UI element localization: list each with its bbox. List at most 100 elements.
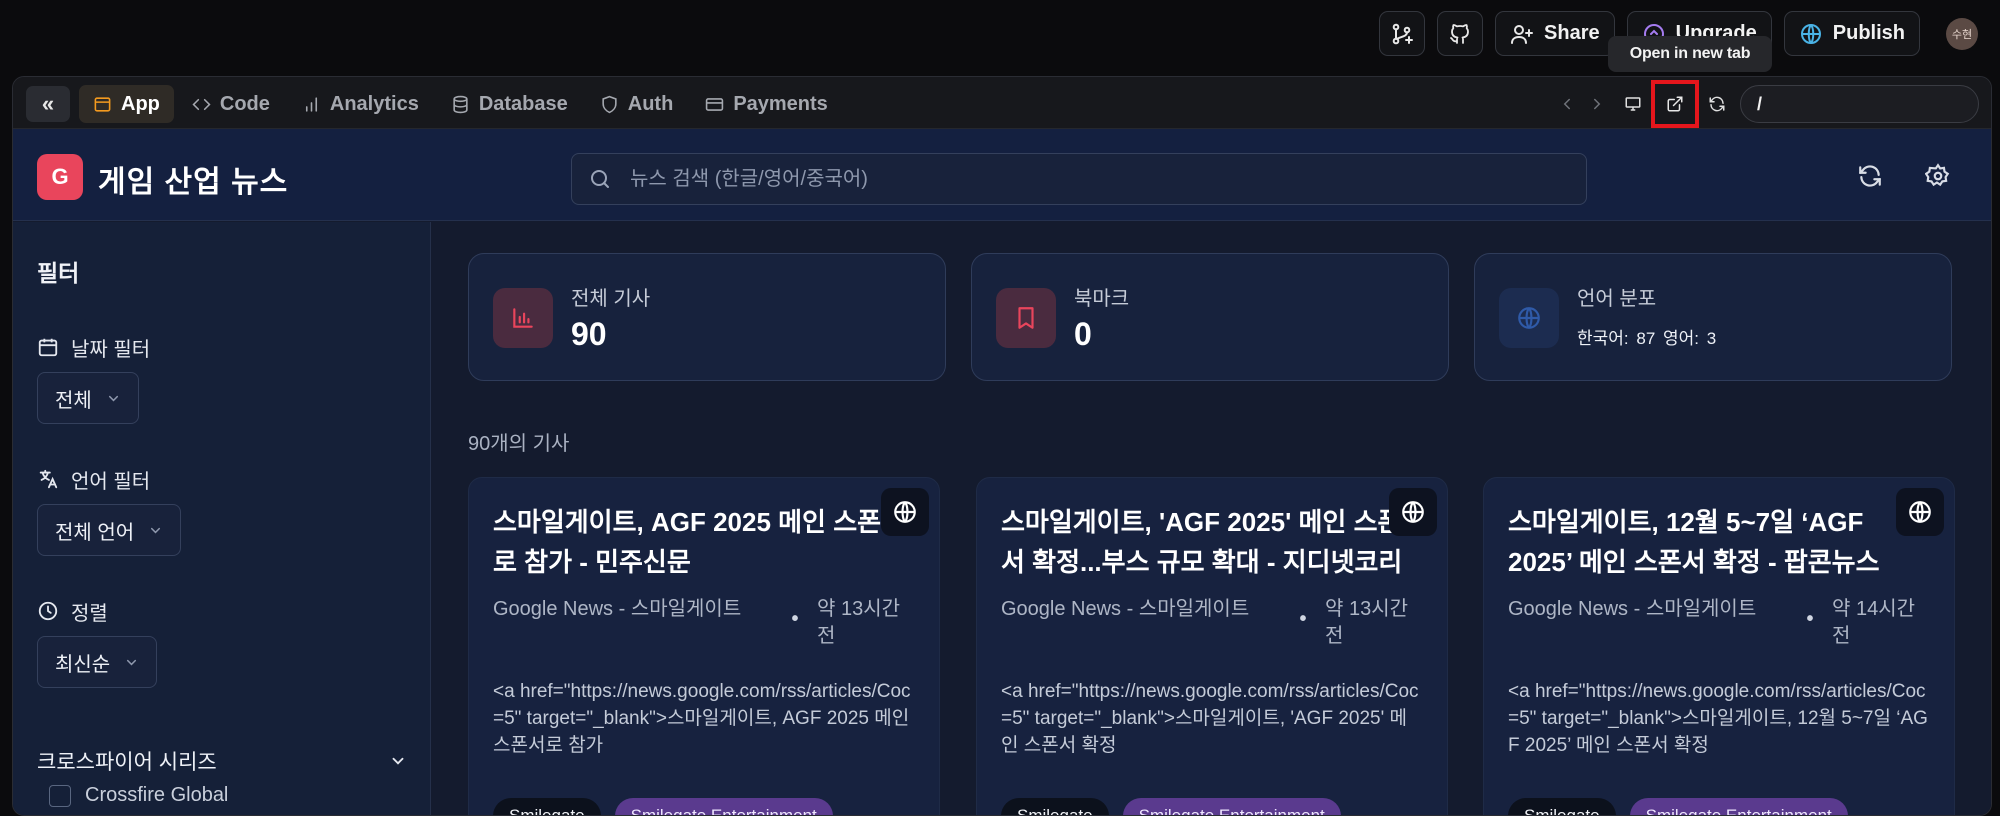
- tag[interactable]: Smilegate: [1508, 798, 1616, 815]
- branch-add-button[interactable]: [1379, 11, 1426, 56]
- bookmark-icon: [1013, 305, 1039, 331]
- sidebar-title: 필터: [37, 260, 80, 286]
- article-card[interactable]: 스마일게이트, AGF 2025 메인 스폰서로 참가 - 민주신문 Googl…: [468, 477, 940, 815]
- article-title[interactable]: 스마일게이트, 12월 5~7일 ‘AGF 2025’ 메인 스폰서 확정 - …: [1508, 502, 1924, 582]
- tab-analytics[interactable]: Analytics: [288, 85, 433, 123]
- tab-label: Payments: [733, 92, 828, 115]
- article-tags: Smilegate Smilegate Entertainment: [1508, 798, 1848, 815]
- date-filter-label: 날짜 필터: [37, 332, 150, 362]
- tag[interactable]: Smilegate Entertainment: [614, 798, 833, 815]
- stat-total-icon-box: [493, 288, 553, 348]
- language-filter-select[interactable]: 전체 언어: [37, 504, 182, 556]
- article-meta: Google News - 스마일게이트 • 약 14시간 전: [1508, 596, 1932, 650]
- globe-icon: [1516, 305, 1542, 331]
- tab-app[interactable]: App: [79, 85, 174, 123]
- tag[interactable]: Smilegate Entertainment: [1122, 798, 1341, 815]
- article-title[interactable]: 스마일게이트, AGF 2025 메인 스폰서로 참가 - 민주신문: [493, 502, 909, 582]
- article-snippet: <a href="https://news.google.com/rss/art…: [1508, 681, 1928, 756]
- refresh-news-icon[interactable]: [1853, 159, 1887, 193]
- article-tags: Smilegate Smilegate Entertainment: [493, 798, 833, 815]
- chevron-down-icon: [148, 523, 163, 538]
- stat-label: 전체 기사: [571, 288, 651, 310]
- globe-icon[interactable]: [1389, 488, 1437, 536]
- back-icon[interactable]: [1552, 87, 1582, 121]
- card-icon: [705, 95, 724, 114]
- tab-code[interactable]: Code: [178, 85, 284, 123]
- top-bar: Share Upgrade Publish 수현 Open in new tab: [0, 0, 2000, 72]
- stat-label: 언어 분포: [1577, 288, 1657, 310]
- language-filter-group: 언어 필터 전체 언어: [37, 464, 182, 556]
- stat-language-icon-box: [1499, 288, 1559, 348]
- article-time: 약 13시간 전: [1325, 598, 1409, 647]
- series-toggle[interactable]: 크로스파이어 시리즈: [37, 746, 407, 776]
- tab-label: Auth: [627, 92, 674, 115]
- clock-icon: [37, 600, 59, 622]
- stat-value: 0: [1074, 316, 1092, 352]
- search-input[interactable]: [630, 167, 1530, 191]
- article-snippet: <a href="https://news.google.com/rss/art…: [1001, 681, 1419, 756]
- globe-icon: [1799, 22, 1823, 46]
- article-time: 약 14시간 전: [1832, 598, 1916, 647]
- language-filter-text: 언어 필터: [71, 470, 151, 493]
- article-source: Google News - 스마일게이트: [1508, 598, 1757, 620]
- date-filter-text: 날짜 필터: [71, 338, 151, 361]
- settings-gear-icon[interactable]: [1921, 159, 1955, 193]
- avatar[interactable]: 수현: [1946, 17, 1978, 50]
- search-bar[interactable]: [571, 153, 1587, 205]
- language-filter-value: 전체 언어: [55, 521, 135, 544]
- database-icon: [451, 95, 470, 114]
- publish-label: Publish: [1832, 22, 1905, 44]
- date-filter-group: 날짜 필터 전체: [37, 332, 150, 424]
- sort-select[interactable]: 최신순: [37, 636, 158, 688]
- date-filter-value: 전체: [55, 389, 92, 412]
- date-filter-select[interactable]: 전체: [37, 372, 139, 424]
- article-title[interactable]: 스마일게이트, 'AGF 2025' 메인 스폰서 확정...부스 규모 확대 …: [1001, 502, 1417, 582]
- publish-button[interactable]: Publish: [1783, 11, 1920, 56]
- app-preview: G 게임 산업 뉴스 필터 날짜 필터 전체: [13, 129, 1991, 815]
- github-icon: [1448, 22, 1472, 46]
- open-new-tab-icon[interactable]: [1651, 80, 1699, 128]
- article-source: Google News - 스마일게이트: [1001, 598, 1250, 620]
- checkbox[interactable]: [49, 784, 71, 807]
- window-icon: [93, 95, 112, 114]
- globe-icon[interactable]: [881, 488, 929, 536]
- article-count: 90개의 기사: [468, 433, 570, 455]
- tag[interactable]: Smilegate Entertainment: [1629, 798, 1848, 815]
- tag[interactable]: Smilegate: [1001, 798, 1109, 815]
- url-input[interactable]: /: [1740, 85, 1979, 123]
- forward-icon[interactable]: [1582, 87, 1612, 121]
- meta-separator: •: [1299, 608, 1307, 630]
- monitor-icon[interactable]: [1618, 87, 1648, 121]
- series-option-crossfire-global[interactable]: Crossfire Global: [49, 784, 228, 807]
- stat-card-total: 전체 기사 90: [468, 253, 946, 381]
- filter-sidebar: 필터 날짜 필터 전체 언어 필터 전체 언어 정렬 최신순 크로스파이어 시리…: [13, 222, 431, 815]
- article-time: 약 13시간 전: [817, 598, 901, 647]
- chevron-down-icon: [124, 655, 139, 670]
- tag[interactable]: Smilegate: [493, 798, 601, 815]
- article-source: Google News - 스마일게이트: [493, 598, 742, 620]
- stat-bookmark-icon-box: [996, 288, 1056, 348]
- article-meta: Google News - 스마일게이트 • 약 13시간 전: [493, 596, 917, 650]
- share-button[interactable]: Share: [1495, 11, 1615, 56]
- globe-icon[interactable]: [1896, 488, 1944, 536]
- collapse-button[interactable]: «: [26, 86, 70, 122]
- tab-auth[interactable]: Auth: [586, 85, 688, 123]
- article-card[interactable]: 스마일게이트, 'AGF 2025' 메인 스폰서 확정...부스 규모 확대 …: [976, 477, 1448, 815]
- search-icon: [588, 167, 612, 191]
- sort-group: 정렬 최신순: [37, 596, 158, 688]
- stat-card-bookmarks: 북마크 0: [971, 253, 1449, 381]
- stat-card-languages: 언어 분포 한국어: 87 영어: 3: [1474, 253, 1952, 381]
- github-button[interactable]: [1437, 11, 1484, 56]
- article-card[interactable]: 스마일게이트, 12월 5~7일 ‘AGF 2025’ 메인 스폰서 확정 - …: [1483, 477, 1955, 815]
- page-title: 게임 산업 뉴스: [98, 166, 289, 199]
- meta-separator: •: [791, 608, 799, 630]
- tab-database[interactable]: Database: [437, 85, 582, 123]
- chevron-down-icon: [389, 752, 407, 770]
- tab-label: App: [121, 92, 160, 115]
- language-filter-label: 언어 필터: [37, 464, 181, 494]
- frame-toolbar: « App Code Analytics Database Auth Payme…: [13, 77, 1991, 129]
- shield-icon: [600, 95, 619, 114]
- refresh-icon[interactable]: [1702, 87, 1732, 121]
- frame-controls: /: [1552, 80, 1979, 128]
- tab-payments[interactable]: Payments: [691, 85, 842, 123]
